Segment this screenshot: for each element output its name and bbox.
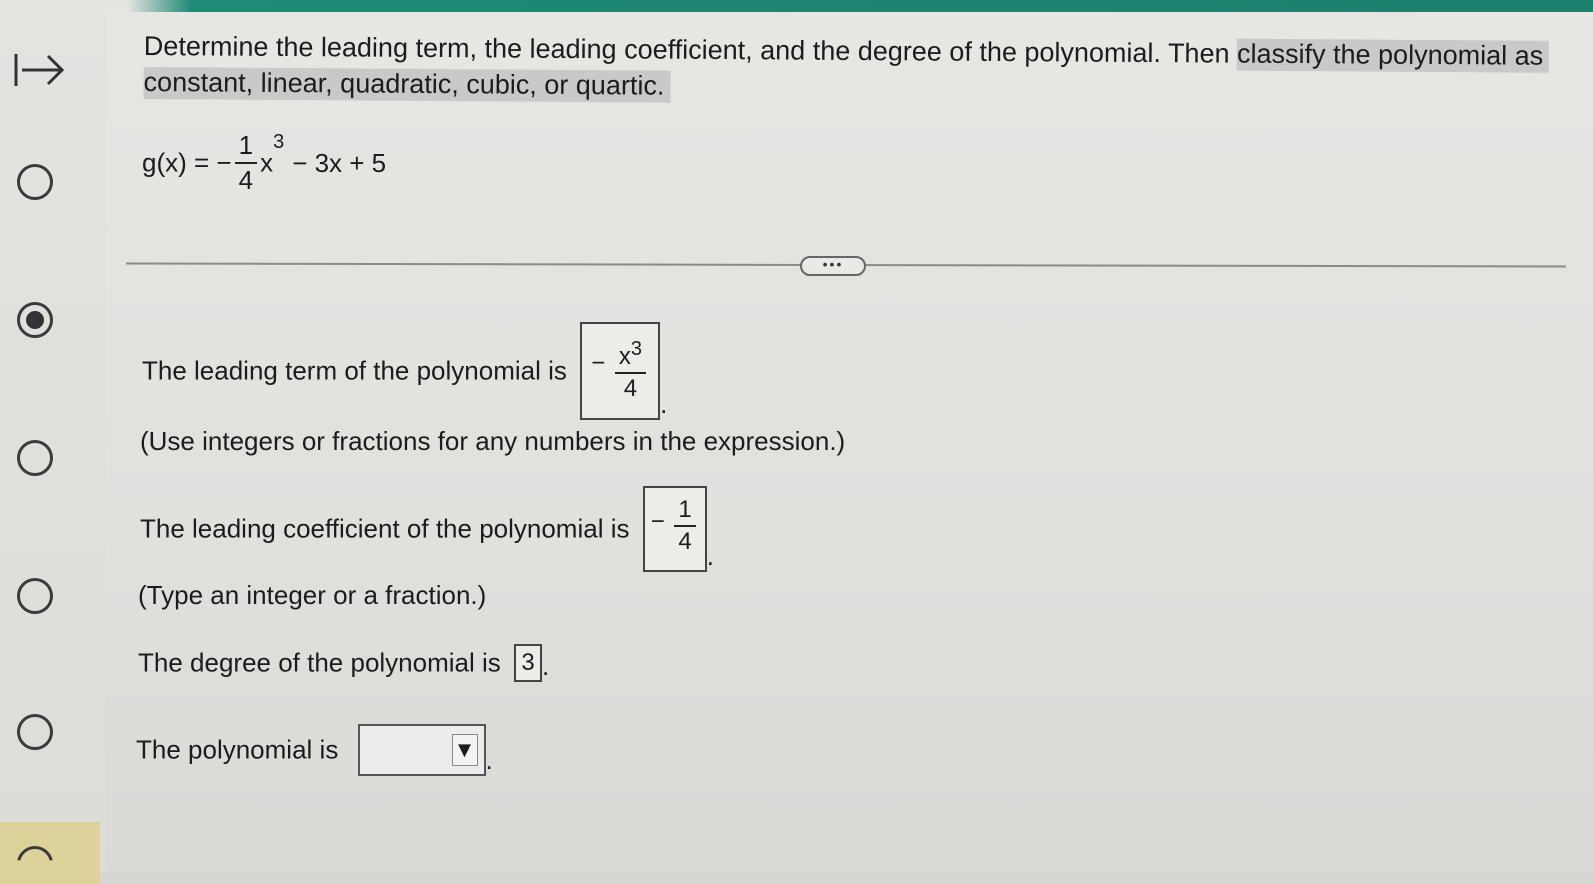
- classification-period: .: [485, 745, 493, 775]
- equation-frac-numerator: 1: [238, 130, 254, 160]
- question-status-radio-1[interactable]: [17, 164, 53, 200]
- equation-fraction: 14: [234, 130, 258, 196]
- degree-row: The degree of the polynomial is 3.: [138, 644, 549, 682]
- question-panel: Determine the leading term, the leading …: [106, 12, 1593, 872]
- top-banner: [0, 0, 1593, 12]
- equation-exponent: 3: [273, 130, 285, 153]
- leading-term-sign: −: [591, 349, 606, 377]
- classification-row: The polynomial is ▼ .: [136, 724, 493, 776]
- question-sidebar: [0, 12, 107, 884]
- equation-rest: − 3x + 5: [292, 147, 387, 178]
- leading-coefficient-period: .: [706, 541, 714, 571]
- instructions-text-highlighted: classify the polynomial as: [1236, 38, 1550, 73]
- leading-coefficient-fraction: 1 4: [674, 496, 696, 556]
- leading-term-variable: x: [618, 343, 631, 370]
- question-status-radio-4[interactable]: [17, 578, 53, 614]
- leading-coefficient-answer-box[interactable]: − 1 4: [642, 486, 707, 572]
- equation-frac-denominator: 4: [238, 165, 254, 195]
- leading-term-answer-box[interactable]: − x3 4: [580, 322, 661, 420]
- current-question-highlight: [0, 822, 100, 884]
- leading-coefficient-numerator: 1: [678, 496, 692, 523]
- leading-term-hint: (Use integers or fractions for any numbe…: [140, 426, 846, 456]
- instructions-text-line2: constant, linear, quadratic, cubic, or q…: [143, 66, 671, 103]
- degree-period: .: [542, 651, 550, 681]
- leading-coefficient-denominator: 4: [678, 528, 692, 555]
- leading-term-denominator: 4: [623, 375, 638, 402]
- leading-term-exponent: 3: [630, 338, 643, 360]
- leading-coefficient-row: The leading coefficient of the polynomia…: [140, 486, 714, 572]
- degree-label: The degree of the polynomial is: [138, 647, 501, 678]
- degree-answer-box[interactable]: 3: [514, 644, 543, 682]
- leading-coefficient-hint: (Type an integer or a fraction.): [138, 580, 487, 610]
- dropdown-arrow-icon[interactable]: ▼: [451, 734, 478, 766]
- leading-coefficient-label: The leading coefficient of the polynomia…: [140, 513, 630, 544]
- jump-arrow-icon[interactable]: [12, 50, 68, 90]
- show-more-button[interactable]: •••: [800, 256, 866, 276]
- question-status-radio-3[interactable]: [17, 440, 53, 476]
- leading-term-period: .: [660, 389, 668, 419]
- polynomial-equation: g(x) = −1 4 x3− 3x + 5: [142, 130, 386, 210]
- leading-term-fraction: x3 4: [614, 338, 647, 403]
- question-status-radio-2-selected[interactable]: [17, 302, 53, 338]
- equation-lhs: g(x) = −: [142, 147, 232, 178]
- classification-label: The polynomial is: [136, 734, 339, 765]
- equation-variable: x: [260, 147, 274, 178]
- leading-term-label: The leading term of the polynomial is: [142, 355, 567, 386]
- question-status-radio-5[interactable]: [17, 714, 53, 750]
- leading-term-row: The leading term of the polynomial is − …: [142, 322, 667, 420]
- question-instructions: Determine the leading term, the leading …: [143, 28, 1593, 110]
- leading-coefficient-sign: −: [650, 508, 665, 535]
- instructions-text: Determine the leading term, the leading …: [143, 30, 1238, 69]
- classification-dropdown[interactable]: ▼: [357, 724, 486, 776]
